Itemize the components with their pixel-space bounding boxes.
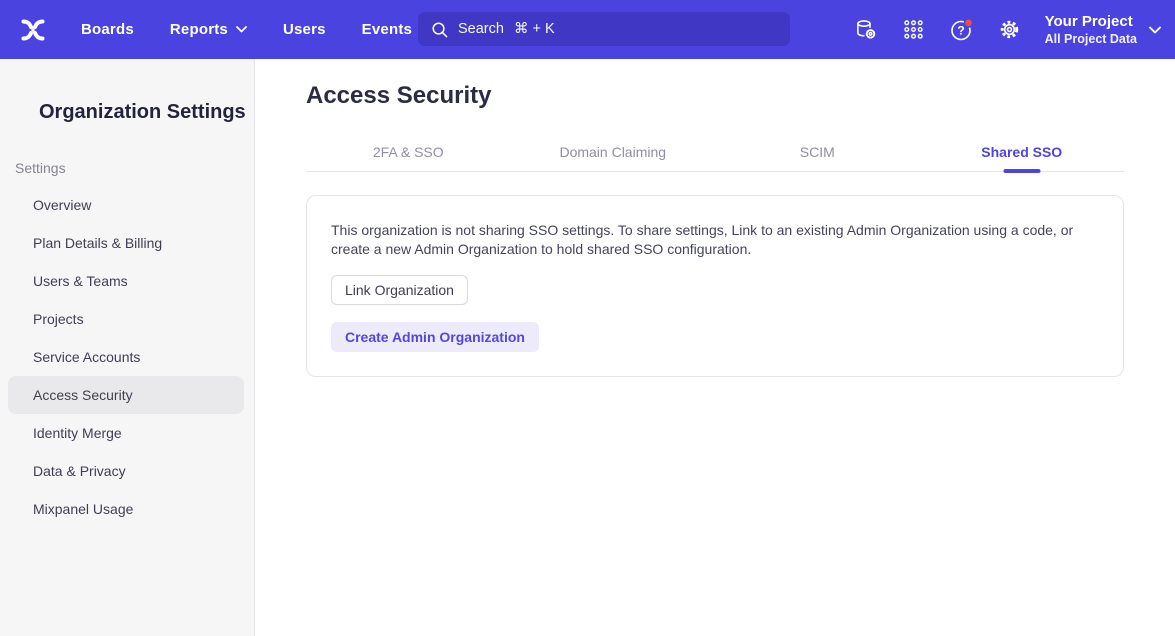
data-management-icon <box>853 17 878 42</box>
mixpanel-logo-icon <box>18 16 48 44</box>
tab-label: SCIM <box>800 144 835 160</box>
sidebar-item-label: Projects <box>33 311 84 327</box>
help-icon: ? <box>949 17 975 43</box>
chevron-down-icon <box>236 26 247 33</box>
svg-text:?: ? <box>957 23 964 37</box>
settings-gear-icon <box>997 17 1022 42</box>
sidebar-item-access-security[interactable]: Access Security <box>8 376 244 414</box>
sidebar-item-label: Identity Merge <box>33 425 122 441</box>
settings-sidebar: Organization Settings Settings Overview … <box>0 59 255 636</box>
search-icon <box>430 20 449 39</box>
sidebar-item-users-teams[interactable]: Users & Teams <box>8 262 244 300</box>
project-selector[interactable]: Your Project All Project Data <box>1045 13 1161 47</box>
sidebar-item-label: Data & Privacy <box>33 463 126 479</box>
project-scope: All Project Data <box>1045 32 1137 47</box>
sidebar-item-label: Overview <box>33 197 91 213</box>
chevron-down-icon <box>1149 26 1161 34</box>
apps-grid-button[interactable] <box>901 17 927 43</box>
tab-domain-claiming[interactable]: Domain Claiming <box>511 132 716 171</box>
mixpanel-logo[interactable] <box>16 15 50 45</box>
sidebar-nav-list: Overview Plan Details & Billing Users & … <box>0 186 254 528</box>
sidebar-item-projects[interactable]: Projects <box>8 300 244 338</box>
search-shortcut: ⌘ + K <box>514 21 555 37</box>
sidebar-item-label: Service Accounts <box>33 349 140 365</box>
nav-item-label: Reports <box>170 21 228 38</box>
app-root: Boards Reports Users Events Search <box>0 0 1175 636</box>
sidebar-item-label: Access Security <box>33 387 133 403</box>
main-content: Access Security 2FA & SSO Domain Claimin… <box>255 59 1175 636</box>
nav-item-label: Events <box>362 21 412 38</box>
sidebar-item-overview[interactable]: Overview <box>8 186 244 224</box>
create-admin-organization-button[interactable]: Create Admin Organization <box>331 322 539 352</box>
sidebar-item-plan-details-billing[interactable]: Plan Details & Billing <box>8 224 244 262</box>
link-organization-button[interactable]: Link Organization <box>331 275 468 305</box>
nav-item-boards[interactable]: Boards <box>81 21 134 38</box>
help-button[interactable]: ? <box>949 17 975 43</box>
sidebar-item-mixpanel-usage[interactable]: Mixpanel Usage <box>8 490 244 528</box>
tab-label: Shared SSO <box>981 144 1062 160</box>
primary-nav: Boards Reports Users Events <box>81 0 412 59</box>
sidebar-item-data-privacy[interactable]: Data & Privacy <box>8 452 244 490</box>
top-nav: Boards Reports Users Events Search <box>0 0 1175 59</box>
tab-bar: 2FA & SSO Domain Claiming SCIM Shared SS… <box>306 132 1124 172</box>
nav-item-label: Users <box>283 21 326 38</box>
content-shell: Organization Settings Settings Overview … <box>0 59 1175 636</box>
project-text: Your Project All Project Data <box>1045 13 1137 47</box>
apps-grid-icon <box>902 18 925 41</box>
sidebar-item-label: Plan Details & Billing <box>33 235 162 251</box>
tab-scim[interactable]: SCIM <box>715 132 920 171</box>
nav-right-actions: ? Your Project All Project Data <box>853 0 1161 59</box>
tab-shared-sso[interactable]: Shared SSO <box>920 132 1125 171</box>
search-input[interactable]: Search ⌘ + K <box>418 12 790 46</box>
shared-sso-card: This organization is not sharing SSO set… <box>306 195 1124 377</box>
nav-item-users[interactable]: Users <box>283 21 326 38</box>
page-title: Access Security <box>306 82 1124 110</box>
sidebar-title: Organization Settings <box>39 98 254 126</box>
settings-button[interactable] <box>997 17 1023 43</box>
nav-item-events[interactable]: Events <box>362 21 412 38</box>
sidebar-item-service-accounts[interactable]: Service Accounts <box>8 338 244 376</box>
nav-item-label: Boards <box>81 21 134 38</box>
sidebar-item-label: Mixpanel Usage <box>33 501 133 517</box>
tab-label: 2FA & SSO <box>373 144 444 160</box>
nav-item-reports[interactable]: Reports <box>170 21 247 38</box>
sidebar-section-label: Settings <box>15 161 254 176</box>
sidebar-item-identity-merge[interactable]: Identity Merge <box>8 414 244 452</box>
search-placeholder-text: Search <box>458 21 504 37</box>
tab-2fa-sso[interactable]: 2FA & SSO <box>306 132 511 171</box>
shared-sso-description: This organization is not sharing SSO set… <box>331 221 1091 259</box>
sidebar-item-label: Users & Teams <box>33 273 128 289</box>
search-placeholder: Search ⌘ + K <box>458 21 555 37</box>
notification-badge <box>964 18 972 26</box>
tab-label: Domain Claiming <box>559 144 666 160</box>
data-management-button[interactable] <box>853 17 879 43</box>
project-name: Your Project <box>1045 13 1137 31</box>
